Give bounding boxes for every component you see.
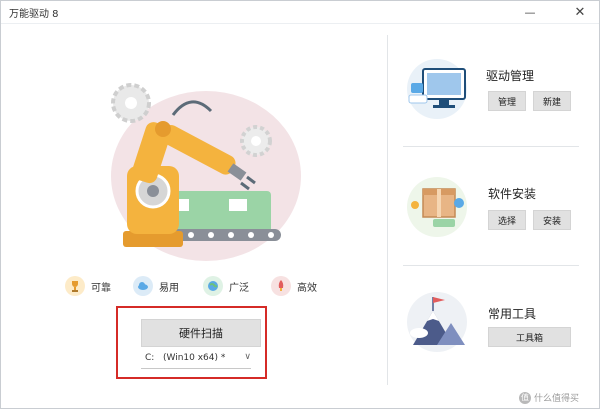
select-button[interactable]: 选择 bbox=[488, 210, 526, 230]
common-tools-title: 常用工具 bbox=[488, 307, 537, 321]
manage-button[interactable]: 管理 bbox=[488, 91, 526, 111]
feature-label: 易用 bbox=[159, 282, 179, 294]
section-divider bbox=[403, 146, 579, 147]
drive-letter: C: bbox=[145, 353, 155, 363]
minimize-button[interactable]: — bbox=[517, 1, 543, 23]
app-window: 万能驱动 8 — ✕ 可靠 易用 广泛 高效 硬件扫描 C: (Win10 x6… bbox=[0, 0, 600, 409]
toolbox-button[interactable]: 工具箱 bbox=[488, 327, 571, 347]
feature-easy: 易用 bbox=[133, 274, 179, 298]
feature-label: 高效 bbox=[297, 282, 317, 294]
gear-icon bbox=[111, 83, 151, 123]
driver-management-title: 驱动管理 bbox=[486, 69, 535, 83]
trophy-icon bbox=[65, 276, 85, 296]
feature-label: 广泛 bbox=[229, 282, 249, 294]
gear-icon bbox=[240, 125, 272, 157]
cloud-icon bbox=[133, 276, 153, 296]
robot-arm-illustration bbox=[111, 83, 301, 261]
feature-efficient: 高效 bbox=[271, 274, 317, 298]
section-divider bbox=[403, 265, 579, 266]
new-button[interactable]: 新建 bbox=[533, 91, 571, 111]
minimize-icon: — bbox=[524, 5, 536, 19]
close-icon: ✕ bbox=[574, 4, 586, 20]
vertical-divider bbox=[387, 35, 388, 385]
chevron-down-icon: ∨ bbox=[244, 352, 251, 362]
rocket-icon bbox=[271, 276, 291, 296]
monitor-icon bbox=[407, 59, 467, 119]
hardware-scan-button[interactable]: 硬件扫描 bbox=[141, 319, 261, 347]
install-button[interactable]: 安装 bbox=[533, 210, 571, 230]
window-title: 万能驱动 8 bbox=[9, 9, 59, 20]
watermark: 值 什么值得买 bbox=[519, 391, 579, 404]
watermark-text: 什么值得买 bbox=[534, 394, 580, 404]
feature-reliable: 可靠 bbox=[65, 274, 111, 298]
feature-broad: 广泛 bbox=[203, 274, 249, 298]
package-icon bbox=[407, 177, 467, 237]
software-install-title: 软件安装 bbox=[488, 187, 537, 201]
drive-select[interactable]: C: (Win10 x64) * ∨ bbox=[141, 352, 251, 369]
mountain-flag-icon bbox=[407, 292, 467, 352]
watermark-logo: 值 bbox=[519, 391, 531, 404]
close-button[interactable]: ✕ bbox=[567, 1, 593, 23]
title-bar: 万能驱动 8 — ✕ bbox=[1, 1, 599, 24]
drive-value: (Win10 x64) * bbox=[163, 353, 226, 363]
globe-icon bbox=[203, 276, 223, 296]
feature-label: 可靠 bbox=[91, 282, 111, 294]
